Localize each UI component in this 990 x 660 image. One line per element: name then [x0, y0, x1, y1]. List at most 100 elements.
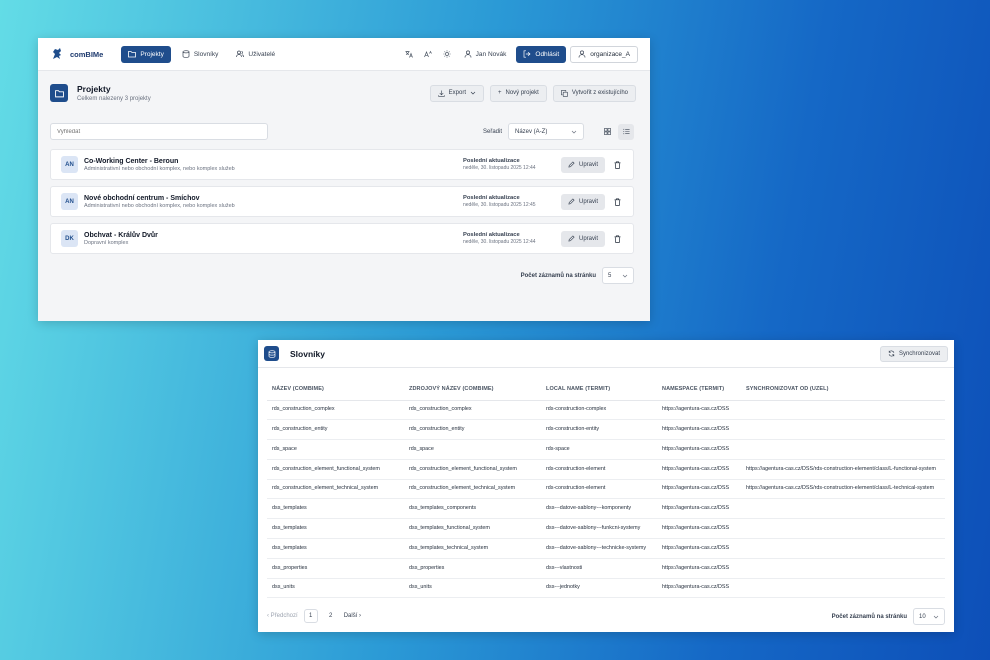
project-card[interactable]: AN Nové obchodní centrum - Smíchov Admin… — [50, 186, 634, 217]
next-label: Další — [343, 613, 358, 619]
table-cell — [741, 439, 945, 460]
next-page-button[interactable]: Další › — [344, 613, 361, 619]
filter-bar: Seřadit Název (A-Z) — [50, 123, 634, 140]
grid-icon — [603, 128, 611, 135]
project-avatar: AN — [61, 193, 78, 210]
edit-button[interactable]: Upravit — [560, 230, 605, 247]
table-row[interactable]: rds_space rds_space rds-space https://agent… — [267, 439, 945, 460]
nav-projekty[interactable]: Projekty — [121, 45, 171, 63]
table-row[interactable]: rds_construction_entity rds_construction_… — [267, 419, 945, 441]
table-cell: https://agentura-cas.cz/DSS — [657, 498, 741, 520]
database-icon — [264, 346, 279, 361]
project-card[interactable]: AN Co-Working Center - Beroun Administra… — [50, 149, 634, 180]
export-button[interactable]: Export — [429, 84, 484, 102]
column-header[interactable]: NAMESPACE (TERMIT) — [657, 378, 741, 401]
table-cell: dss_templates — [267, 518, 404, 540]
table-row[interactable]: rds_construction_element_functional_syst… — [267, 459, 945, 480]
nav-uzivatele[interactable]: Uživatelé — [229, 46, 282, 63]
table-row[interactable]: dss_properties dss_properties dss---vlastn… — [267, 558, 945, 579]
table-cell: https://agentura-cas.cz/DSS — [657, 400, 741, 421]
table-row[interactable]: rds_construction_complex rds_construction… — [267, 400, 945, 421]
table-cell — [741, 518, 945, 540]
edit-button[interactable]: Upravit — [560, 156, 605, 173]
table-row[interactable]: dss_templates dss_templates_technical_sys… — [267, 538, 945, 559]
search-input[interactable] — [50, 123, 268, 140]
table-cell — [741, 498, 945, 520]
chevron-down-icon — [470, 91, 476, 95]
chevron-down-icon — [933, 615, 939, 618]
table-cell: dss_templates — [267, 498, 404, 520]
page-title: Projekty — [77, 84, 111, 94]
updated-date: neděle, 30. listopadu 2025 12:44 — [462, 239, 536, 245]
dict-header: Slovníky Synchronizovat — [258, 340, 954, 368]
page-button-2[interactable]: 2 — [324, 609, 338, 623]
per-page-control: Počet záznamů na stránku 10 — [832, 608, 945, 625]
sync-button[interactable]: Synchronizovat — [879, 345, 948, 362]
table-cell — [741, 538, 945, 559]
dictionaries-window: Slovníky Synchronizovat NÁZEV (COMBIME) … — [258, 340, 954, 632]
per-page-select[interactable]: 10 — [913, 608, 945, 625]
table-cell: rds_construction_complex — [404, 400, 541, 421]
trash-icon[interactable] — [611, 159, 623, 171]
table-cell: https://agentura-cas.cz/DSS/rds-construc… — [741, 479, 945, 500]
refresh-icon — [888, 350, 895, 357]
updated-label: Poslední aktualizace — [462, 158, 520, 164]
users-icon — [236, 50, 245, 58]
table-row[interactable]: rds_construction_element_technical_syste… — [267, 479, 945, 500]
sync-label: Synchronizovat — [898, 350, 940, 357]
table-cell: https://agentura-cas.cz/DSS — [657, 479, 741, 500]
prev-page-button[interactable]: ‹ Předchozí — [267, 613, 298, 619]
sort-select[interactable]: Název (A-Z) — [508, 123, 584, 140]
column-header[interactable]: NÁZEV (COMBIME) — [267, 378, 404, 401]
user-menu[interactable]: Jan Novák — [458, 46, 513, 63]
font-size-icon[interactable] — [420, 46, 437, 63]
list-icon — [622, 128, 630, 135]
edit-button[interactable]: Upravit — [560, 193, 605, 210]
trash-icon[interactable] — [611, 233, 623, 245]
logout-label: Odhlásit — [535, 50, 560, 58]
table-cell: dss---vlastnosti — [541, 558, 657, 579]
table-header-row: NÁZEV (COMBIME) ZDROJOVÝ NÁZEV (COMBIME)… — [267, 378, 945, 401]
column-header[interactable]: SYNCHRONIZOVAT OD (UZEL) — [741, 378, 945, 401]
table-cell: dss---jednotky — [541, 578, 657, 599]
table-cell — [741, 558, 945, 579]
project-name[interactable]: Obchvat - Králův Dvůr — [84, 232, 463, 239]
pencil-icon — [568, 198, 575, 205]
chevron-down-icon — [571, 130, 577, 133]
table-cell: https://agentura-cas.cz/DSS — [657, 518, 741, 540]
translate-icon[interactable] — [401, 46, 418, 63]
project-name[interactable]: Co-Working Center - Beroun — [84, 158, 463, 165]
column-header[interactable]: ZDROJOVÝ NÁZEV (COMBIME) — [404, 378, 541, 401]
new-project-label: Nový projekt — [505, 90, 539, 96]
table-row[interactable]: dss_templates dss_templates_components dss… — [267, 498, 945, 520]
table-cell: https://agentura-cas.cz/DSS — [657, 419, 741, 441]
page-button-1[interactable]: 1 — [303, 609, 318, 623]
table-cell: dss_units — [267, 578, 404, 599]
per-page-select[interactable]: 5 — [602, 267, 634, 284]
table-cell: rds_construction_element_technical_syste… — [404, 479, 541, 500]
table-cell: rds_construction_element_functional_syst… — [404, 459, 541, 480]
new-project-button[interactable]: + Nový projekt — [489, 84, 547, 102]
brand-logo[interactable]: comBIMe — [50, 47, 103, 61]
logout-icon — [524, 50, 531, 58]
table-row[interactable]: dss_templates dss_templates_functional_sy… — [267, 518, 945, 540]
sun-icon[interactable] — [439, 46, 456, 63]
nav-label: Projekty — [140, 50, 164, 58]
create-from-existing-button[interactable]: Vytvořit z existujícího — [552, 84, 636, 102]
project-name[interactable]: Nové obchodní centrum - Smíchov — [84, 195, 463, 202]
organization-selector[interactable]: organizace_A — [570, 45, 638, 63]
pencil-icon — [568, 161, 575, 168]
table-cell: rds-construction-element — [541, 479, 657, 500]
copy-icon — [560, 89, 568, 97]
table-row[interactable]: dss_units dss_units dss---jednotky https://… — [267, 578, 945, 599]
trash-icon[interactable] — [611, 196, 623, 208]
grid-view-button[interactable] — [599, 124, 615, 140]
logout-button[interactable]: Odhlásit — [516, 45, 567, 63]
project-card[interactable]: DK Obchvat - Králův Dvůr Dopravní komple… — [50, 223, 634, 254]
nav-slovniky[interactable]: Slovníky — [175, 46, 226, 63]
user-icon — [578, 50, 586, 58]
list-view-button[interactable] — [618, 123, 634, 140]
table-cell: dss_templates_components — [404, 498, 541, 520]
column-header[interactable]: LOCAL NAME (TERMIT) — [541, 378, 657, 401]
pagination: ‹ Předchozí 1 2 Další › — [267, 609, 361, 623]
